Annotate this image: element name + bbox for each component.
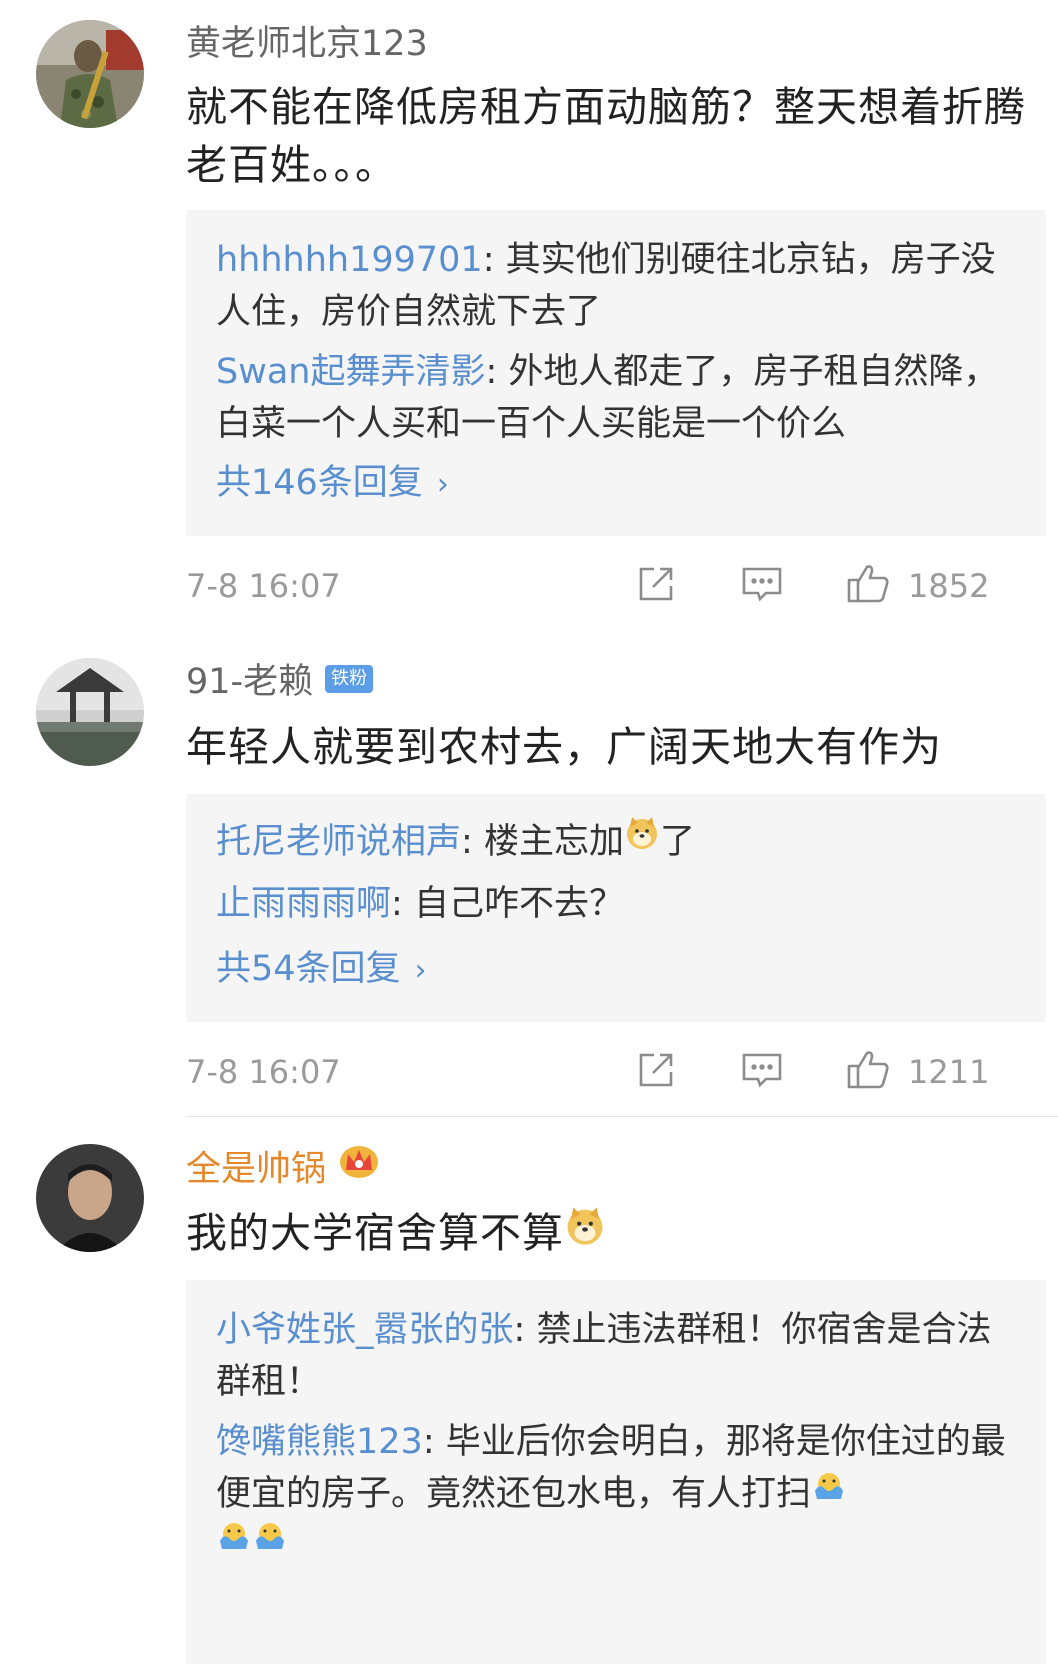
reply-box[interactable]: 小爷姓张_嚣张的张: 禁止违法群租！你宿舍是合法群租！ 馋嘴熊熊123: 毕业后… xyxy=(186,1280,1046,1664)
reply-item: 止雨雨雨啊: 自己咋不去？ xyxy=(216,878,1016,930)
more-replies-label: 共146条回复 xyxy=(216,463,423,503)
timestamp: 7-8 16:07 xyxy=(186,1053,341,1091)
like-count: 1852 xyxy=(908,567,990,605)
more-replies-label: 共54条回复 xyxy=(216,949,401,989)
share-icon[interactable] xyxy=(636,564,676,608)
more-replies-link[interactable]: 共54条回复 › xyxy=(216,946,427,994)
chevron-right-icon: › xyxy=(436,467,449,502)
reply-separator: : xyxy=(391,884,414,924)
comment-text: 我的大学宿舍算不算 xyxy=(186,1204,1046,1265)
divider xyxy=(186,1116,1058,1117)
like-icon[interactable] xyxy=(846,1048,890,1094)
share-icon[interactable] xyxy=(636,1050,676,1094)
like-count: 1211 xyxy=(908,1053,990,1091)
reply-text: 楼主忘加 xyxy=(483,822,624,862)
reply-box[interactable]: hhhhhh199701: 其实他们别硬往北京钻，房子没人住，房价自然就下去了 … xyxy=(186,210,1046,536)
avatar[interactable] xyxy=(36,658,144,766)
reply-author[interactable]: 托尼老师说相声 xyxy=(216,822,461,862)
reply-author[interactable]: 止雨雨雨啊 xyxy=(216,884,391,924)
reply-item: 馋嘴熊熊123: 毕业后你会明白，那将是你住过的最便宜的房子。竟然还包水电，有人… xyxy=(216,1416,1016,1521)
username[interactable]: 黄老师北京123 xyxy=(186,22,428,66)
reply-item: 小爷姓张_嚣张的张: 禁止违法群租！你宿舍是合法群租！ xyxy=(216,1304,1016,1408)
reply-separator: : xyxy=(422,1422,446,1462)
reply-author[interactable]: 馋嘴熊熊123 xyxy=(216,1422,423,1462)
comment-text: 年轻人就要到农村去，广阔天地大有作为 xyxy=(186,723,942,771)
fan-badge: 铁粉 xyxy=(325,665,374,693)
reply-separator: : xyxy=(482,240,506,280)
reply-item: 托尼老师说相声: 楼主忘加 了 xyxy=(216,816,1016,869)
reply-separator: : xyxy=(461,822,484,862)
avatar[interactable] xyxy=(36,20,144,128)
chevron-right-icon: › xyxy=(414,953,427,988)
more-replies-link[interactable]: 共146条回复 › xyxy=(216,460,449,508)
comment-icon[interactable] xyxy=(741,1050,783,1094)
username-text: 91-老赖 xyxy=(186,662,314,702)
reply-box[interactable]: 托尼老师说相声: 楼主忘加 了 止雨雨雨啊: 自己咋不去？ 共54条回复 › xyxy=(186,794,1046,1022)
reply-item: hhhhhh199701: 其实他们别硬往北京钻，房子没人住，房价自然就下去了 xyxy=(216,234,1016,338)
facepalm-emoji xyxy=(811,1466,847,1518)
reply-text: 自己咋不去？ xyxy=(413,884,624,924)
facepalm-emoji xyxy=(252,1516,288,1568)
username[interactable]: 全是帅锅 xyxy=(186,1146,380,1195)
reply-author[interactable]: 小爷姓张_嚣张的张 xyxy=(216,1310,514,1350)
reply-author[interactable]: hhhhhh199701 xyxy=(216,240,483,280)
comment-text: 就不能在降低房租方面动脑筋？整天想着折腾老百姓。。。 xyxy=(186,83,1026,189)
username[interactable]: 91-老赖 铁粉 xyxy=(186,660,374,704)
timestamp: 7-8 16:07 xyxy=(186,567,341,605)
reply-separator: : xyxy=(513,1310,537,1350)
avatar[interactable] xyxy=(36,1144,144,1252)
reply-separator: : xyxy=(485,352,509,392)
reply-item: Swan起舞弄清影: 外地人都走了，房子租自然降，白菜一个人买和一百个人买能是一… xyxy=(216,346,1016,450)
crown-icon xyxy=(338,1142,380,1191)
comment-icon[interactable] xyxy=(741,564,783,608)
reply-emoji-line xyxy=(216,1518,1016,1571)
reply-author[interactable]: Swan起舞弄清影 xyxy=(216,352,485,392)
reply-text-tail: 了 xyxy=(659,822,695,862)
comment-text-content: 我的大学宿舍算不算 xyxy=(186,1209,564,1257)
doge-emoji xyxy=(624,814,660,866)
doge-emoji xyxy=(564,1204,606,1262)
facepalm-emoji xyxy=(216,1516,252,1568)
like-icon[interactable] xyxy=(846,562,890,608)
username-text: 全是帅锅 xyxy=(186,1149,327,1190)
